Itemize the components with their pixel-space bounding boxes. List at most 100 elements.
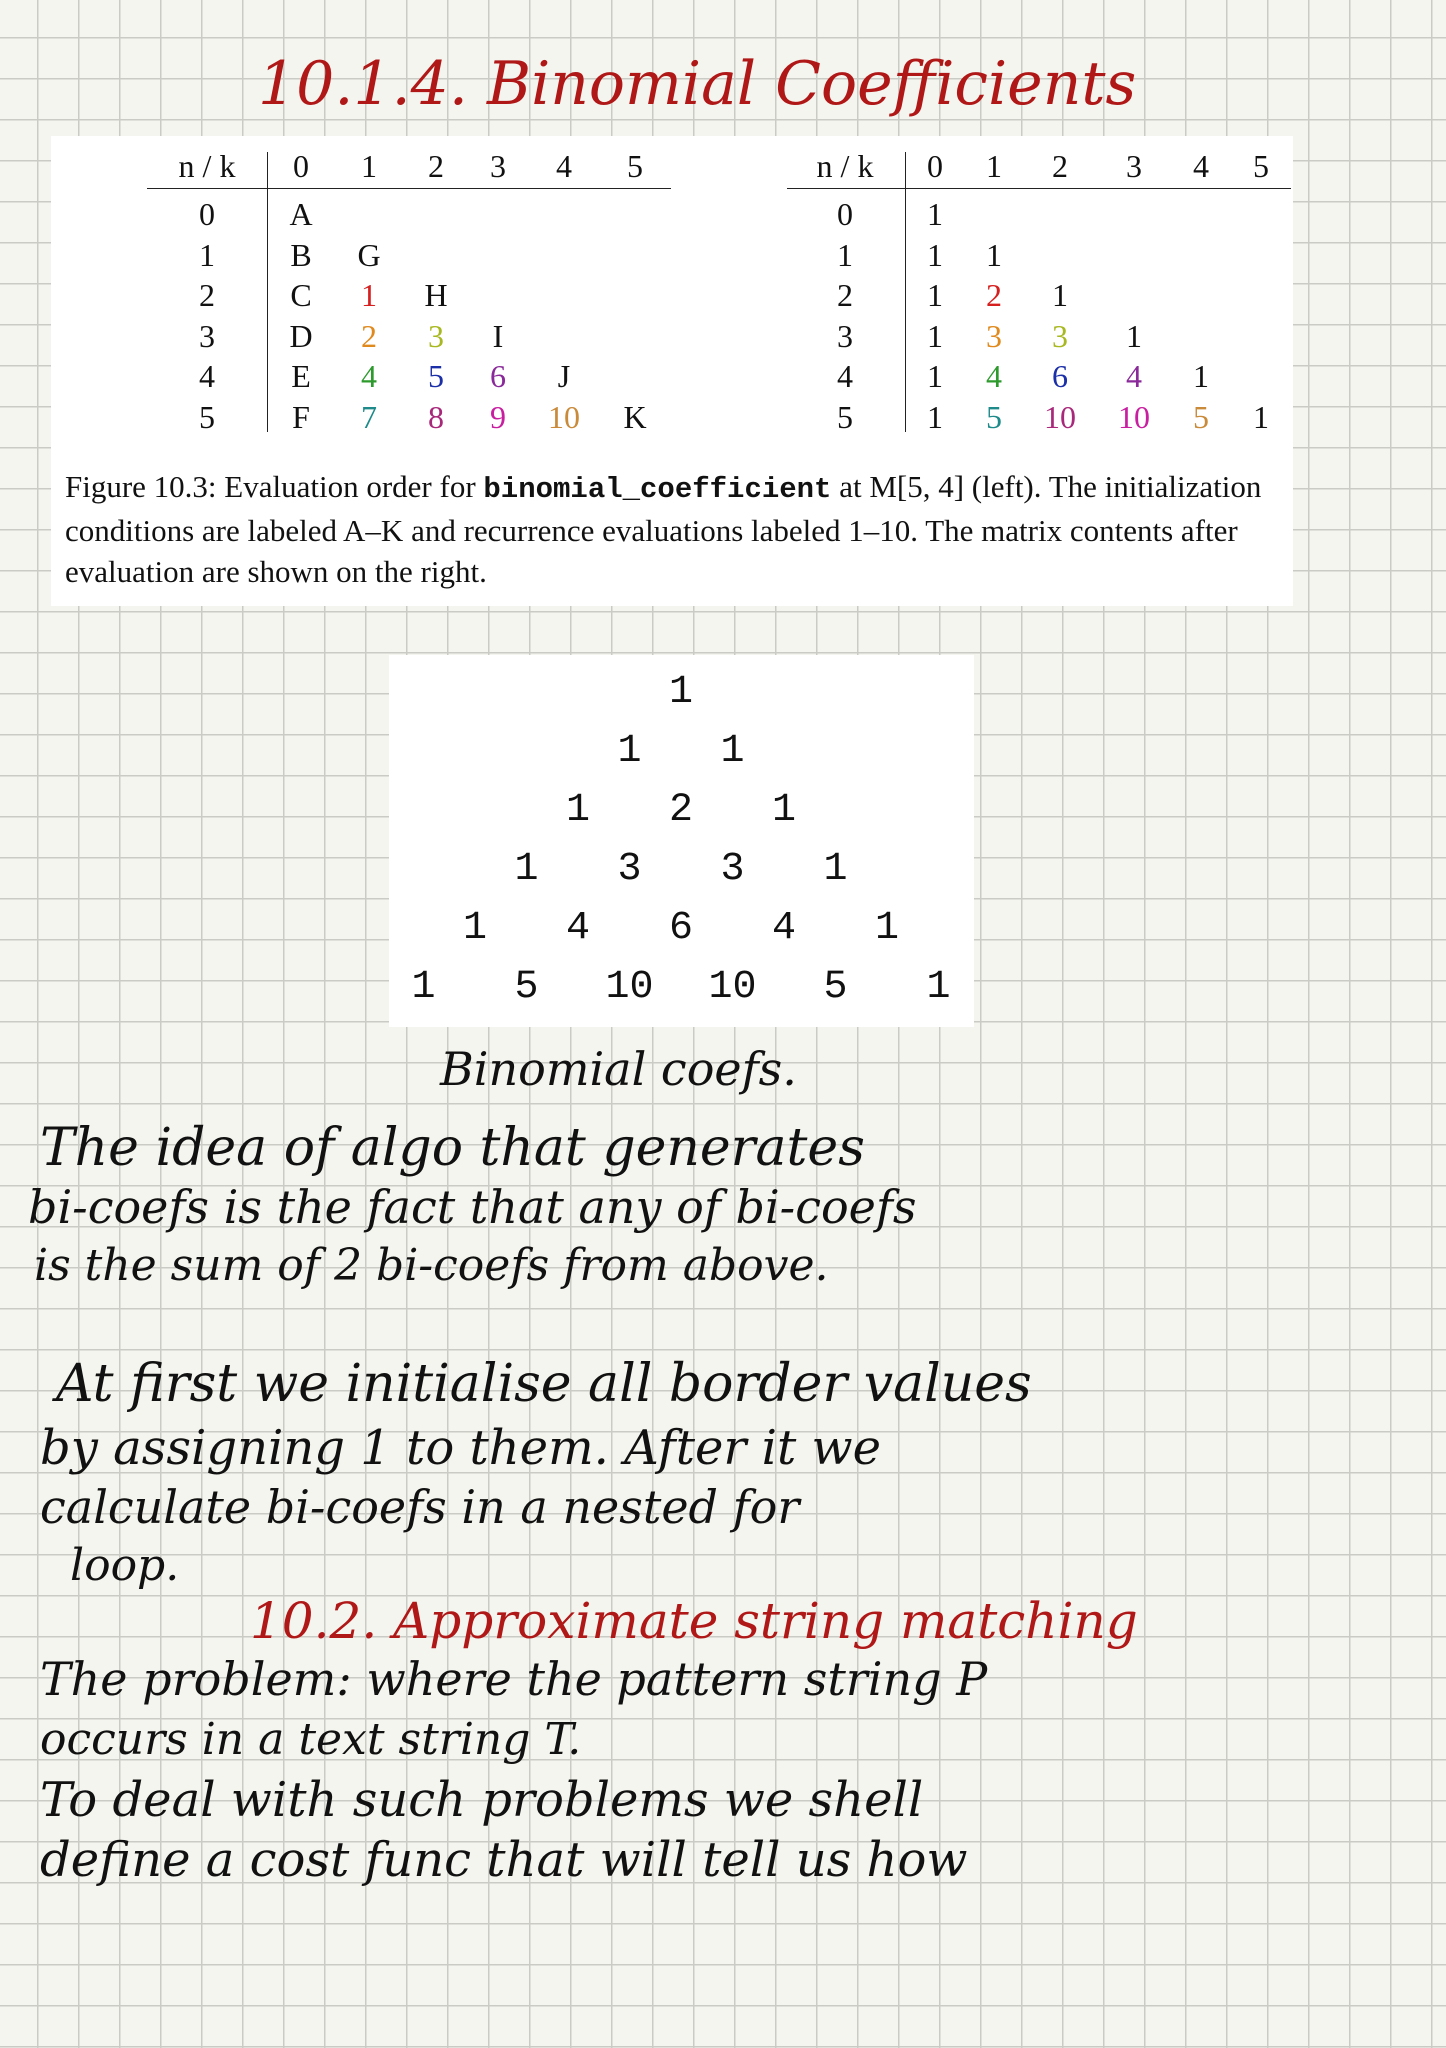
matrix-cell: 1 bbox=[927, 398, 943, 435]
matrix-cell: 3 bbox=[986, 317, 1002, 354]
matrix-cell: 5 bbox=[428, 358, 444, 394]
triangle-number: 1 bbox=[617, 729, 642, 774]
triangle-number: 10 bbox=[605, 965, 654, 1010]
matrix-cell: 1 bbox=[986, 236, 1002, 273]
matrix-cell: G bbox=[357, 236, 381, 273]
matrix-row-label: 1 bbox=[199, 236, 215, 273]
note-line-2: bi-coefs is the fact that any of bi-coef… bbox=[28, 1180, 917, 1234]
note-line-6: calculate bi-coefs in a nested for bbox=[40, 1480, 800, 1534]
triangle-number: 1 bbox=[668, 670, 693, 715]
matrix-header-label: n / k bbox=[178, 148, 236, 184]
triangle-number: 4 bbox=[565, 906, 590, 951]
pascal-triangle: 1 1 1 1 2 1 1 3 3 1 1 4 6 4 1 1 5 10 10 5 1 bbox=[389, 655, 974, 1027]
matrix-cell: 6 bbox=[490, 358, 506, 394]
matrix-column-header: 2 bbox=[1052, 148, 1068, 184]
matrix-row-label: 3 bbox=[199, 317, 215, 354]
triangle-number: 1 bbox=[514, 847, 539, 892]
matrix-column-header: 3 bbox=[1126, 148, 1142, 184]
matrix-cell: 1 bbox=[361, 277, 377, 313]
matrix-cell: 9 bbox=[490, 398, 506, 435]
note-line-9: occurs in a text string T. bbox=[40, 1714, 582, 1765]
matrix-header-rule bbox=[787, 188, 1291, 189]
triangle-number: 1 bbox=[462, 906, 487, 951]
matrix-column-header: 5 bbox=[1253, 148, 1269, 184]
matrix-vertical-rule bbox=[905, 152, 906, 432]
matrix-cell: I bbox=[492, 317, 504, 354]
matrix-cell: 5 bbox=[1193, 398, 1209, 435]
matrix-cell: B bbox=[290, 236, 312, 273]
matrix-header-label: n / k bbox=[816, 148, 874, 184]
matrix-row-label: 0 bbox=[199, 196, 215, 232]
result-matrix: n / k 0 1 2 3 4 5 0 1 1 1 1 2 1 2 1 3 1 3 3 1 4 1 4 6 4 1 5 1 5 10 10 5 1 bbox=[691, 146, 1293, 466]
note-line-4: At first we initialise all border values bbox=[56, 1354, 1032, 1414]
matrix-cell: 1 bbox=[1193, 358, 1209, 394]
matrix-cell: 5 bbox=[986, 398, 1002, 435]
matrix-row-label: 5 bbox=[837, 398, 853, 435]
triangle-number: 5 bbox=[514, 965, 539, 1010]
matrix-column-header: 4 bbox=[1193, 148, 1209, 184]
matrix-cell: 1 bbox=[927, 317, 943, 354]
matrix-cell: 3 bbox=[428, 317, 444, 354]
matrix-cell: 1 bbox=[1052, 277, 1068, 313]
matrix-cell: 4 bbox=[361, 358, 377, 394]
matrix-cell: F bbox=[292, 398, 310, 435]
matrix-column-header: 4 bbox=[556, 148, 572, 184]
triangle-number: 1 bbox=[926, 965, 951, 1010]
matrix-cell: 1 bbox=[927, 236, 943, 273]
caption-code: binomial_coefficient bbox=[483, 473, 832, 506]
matrix-row-label: 2 bbox=[199, 277, 215, 313]
caption-prefix: Figure 10.3: Evaluation order for bbox=[65, 469, 476, 504]
note-line-10: To deal with such problems we shell bbox=[40, 1772, 924, 1828]
matrix-vertical-rule bbox=[267, 152, 268, 432]
triangle-number: 1 bbox=[874, 906, 899, 951]
note-line-5: by assigning 1 to them. After it we bbox=[40, 1420, 881, 1476]
triangle-number: 6 bbox=[668, 906, 693, 951]
matrix-row-label: 2 bbox=[837, 277, 853, 313]
matrix-header-rule bbox=[147, 188, 671, 189]
triangle-number: 10 bbox=[708, 965, 757, 1010]
note-line-11: define a cost func that will tell us how bbox=[40, 1832, 968, 1888]
note-line-7: loop. bbox=[70, 1540, 180, 1591]
matrix-row-label: 1 bbox=[837, 236, 853, 273]
matrix-cell: 3 bbox=[1052, 317, 1068, 354]
matrix-column-header: 0 bbox=[293, 148, 309, 184]
triangle-number: 1 bbox=[720, 729, 745, 774]
matrix-cell: 4 bbox=[986, 358, 1002, 394]
notebook-page: { "title": "10.1.4. Binomial Coefficient… bbox=[0, 0, 1446, 2048]
matrix-cell: 1 bbox=[927, 196, 943, 232]
triangle-number: 3 bbox=[617, 847, 642, 892]
matrix-row-label: 0 bbox=[837, 196, 853, 232]
matrix-cell: K bbox=[623, 398, 647, 435]
matrix-cell: 7 bbox=[361, 398, 377, 435]
matrix-cell: 10 bbox=[1118, 398, 1150, 435]
section-heading-10-2: 10.2. Approximate string matching bbox=[250, 1592, 1138, 1650]
matrix-column-header: 5 bbox=[627, 148, 643, 184]
matrix-cell: 10 bbox=[1044, 398, 1076, 435]
note-line-8: The problem: where the pattern string P bbox=[40, 1652, 988, 1706]
matrix-cell: 2 bbox=[361, 317, 377, 354]
matrix-column-header: 3 bbox=[490, 148, 506, 184]
triangle-number: 3 bbox=[720, 847, 745, 892]
matrix-cell: A bbox=[289, 196, 313, 232]
matrix-column-header: 0 bbox=[927, 148, 943, 184]
matrix-cell: 1 bbox=[1253, 398, 1269, 435]
matrix-cell: 4 bbox=[1126, 358, 1142, 394]
figure-10-3: n / k 0 1 2 3 4 5 0 A 1 B G 2 C 1 H 3 D 2 3 I 4 E 4 5 6 J 5 F 7 8 9 10 K … bbox=[51, 136, 1293, 606]
triangle-number: 1 bbox=[823, 847, 848, 892]
page-title: 10.1.4. Binomial Coefficients bbox=[258, 49, 1137, 119]
matrix-row-label: 4 bbox=[837, 358, 853, 394]
matrix-cell: 8 bbox=[428, 398, 444, 435]
matrix-cell: 10 bbox=[548, 398, 580, 435]
matrix-column-header: 1 bbox=[361, 148, 377, 184]
triangle-number: 2 bbox=[668, 788, 693, 833]
matrix-row-label: 5 bbox=[199, 398, 215, 435]
triangle-number: 1 bbox=[771, 788, 796, 833]
evaluation-order-matrix: n / k 0 1 2 3 4 5 0 A 1 B G 2 C 1 H 3 D 2 3 I 4 E 4 5 6 J 5 F 7 8 9 10 K bbox=[51, 146, 691, 466]
matrix-cell: E bbox=[291, 358, 311, 394]
triangle-label: Binomial coefs. bbox=[440, 1042, 797, 1096]
triangle-number: 1 bbox=[411, 965, 436, 1010]
matrix-column-header: 2 bbox=[428, 148, 444, 184]
triangle-number: 1 bbox=[565, 788, 590, 833]
note-line-3: is the sum of 2 bi-coefs from above. bbox=[34, 1240, 829, 1291]
matrix-cell: 2 bbox=[986, 277, 1002, 313]
